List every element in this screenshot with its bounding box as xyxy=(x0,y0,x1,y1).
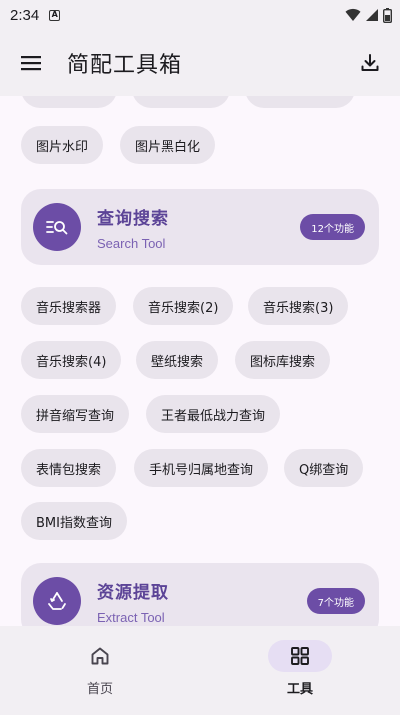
status-bar: 2:34 A xyxy=(0,0,400,30)
tool-chip-image-grayscale[interactable]: 图片黑白化 xyxy=(120,126,216,164)
menu-button[interactable] xyxy=(19,51,43,75)
extract-recycle-icon xyxy=(48,592,66,610)
category-subtitle: Extract Tool xyxy=(97,609,165,625)
tool-chip-qq-binding[interactable]: Q绑查询 xyxy=(284,449,364,487)
screen: 2:34 A 简配工具箱 图片水印 图片黑白化 查询搜索 Search Tool… xyxy=(0,0,400,715)
tool-chip-pinyin-abbr[interactable]: 拼音缩写查询 xyxy=(21,395,130,433)
category-count-badge: 12个功能 xyxy=(300,214,365,240)
category-count-badge: 7个功能 xyxy=(306,588,365,614)
battery-icon xyxy=(383,7,392,23)
tool-chip-music-search-3[interactable]: 音乐搜索(3) xyxy=(248,287,349,325)
app-title: 简配工具箱 xyxy=(67,53,183,78)
status-badge: A xyxy=(49,9,61,21)
bottom-navigation: 首页 工具 xyxy=(0,626,400,715)
tool-chip-phone-location[interactable]: 手机号归属地查询 xyxy=(134,449,269,487)
category-icon-extract xyxy=(33,577,81,625)
category-card-search[interactable]: 查询搜索 Search Tool 12个功能 xyxy=(21,189,379,265)
status-time: 2:34 xyxy=(10,6,40,24)
nav-item-tools[interactable]: 工具 xyxy=(200,626,400,715)
category-icon-search xyxy=(33,203,81,251)
category-text-extract: 资源提取 Extract Tool xyxy=(97,578,169,625)
app-bar: 简配工具箱 xyxy=(0,30,400,96)
chip-partial-1[interactable] xyxy=(21,96,117,108)
tool-chip-image-watermark[interactable]: 图片水印 xyxy=(21,126,104,164)
tool-chip-emoji-search[interactable]: 表情包搜索 xyxy=(21,449,117,487)
category-title: 查询搜索 xyxy=(97,208,169,229)
hamburger-icon xyxy=(21,56,41,71)
tool-chip-icon-library-search[interactable]: 图标库搜索 xyxy=(235,341,331,379)
chip-partial-3[interactable] xyxy=(245,96,355,108)
nav-label-tools: 工具 xyxy=(286,682,313,697)
signal-icon xyxy=(366,9,378,21)
tool-chip-music-search-2[interactable]: 音乐搜索(2) xyxy=(133,287,234,325)
tool-chip-music-search-4[interactable]: 音乐搜索(4) xyxy=(21,341,122,379)
grid-icon xyxy=(291,647,309,665)
wifi-icon xyxy=(345,8,361,21)
tool-chip-bmi[interactable]: BMI指数查询 xyxy=(21,502,127,540)
download-icon xyxy=(361,54,379,71)
home-icon xyxy=(91,647,109,665)
nav-label-home: 首页 xyxy=(86,682,113,697)
tool-list[interactable]: 图片水印 图片黑白化 查询搜索 Search Tool 12个功能 音乐搜索器 … xyxy=(0,96,400,626)
category-card-extract[interactable]: 资源提取 Extract Tool 7个功能 xyxy=(21,563,379,626)
tool-chip-wallpaper-search[interactable]: 壁纸搜索 xyxy=(136,341,219,379)
tool-chip-honor-power[interactable]: 王者最低战力查询 xyxy=(146,395,281,433)
category-subtitle: Search Tool xyxy=(97,235,166,251)
nav-pill-home xyxy=(68,640,132,672)
search-list-icon xyxy=(46,221,68,235)
chip-partial-2[interactable] xyxy=(132,96,230,108)
nav-item-home[interactable]: 首页 xyxy=(0,626,200,715)
status-icons xyxy=(345,7,392,23)
category-title: 资源提取 xyxy=(97,582,169,603)
category-text-search: 查询搜索 Search Tool xyxy=(97,204,169,251)
download-button[interactable] xyxy=(358,51,382,75)
nav-pill-tools xyxy=(268,640,332,672)
tool-chip-music-search[interactable]: 音乐搜索器 xyxy=(21,287,117,325)
